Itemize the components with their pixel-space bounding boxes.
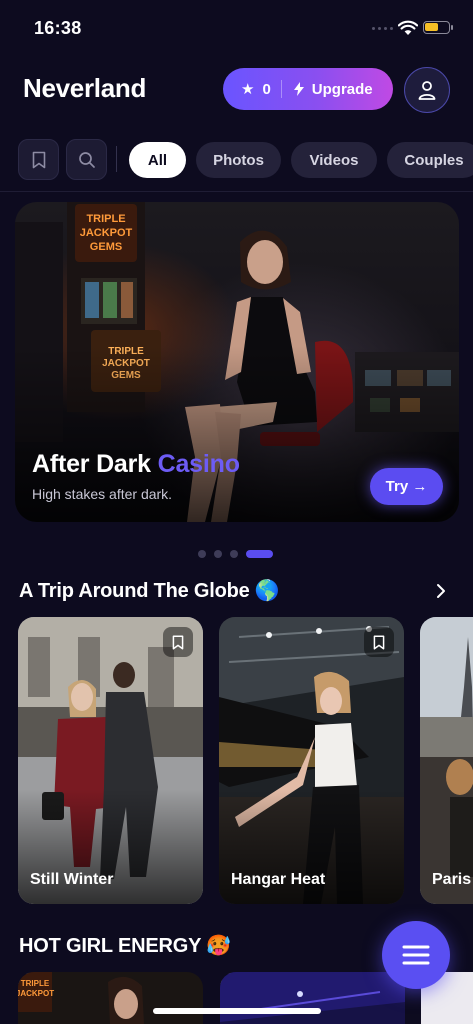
carousel-dot[interactable] — [230, 550, 238, 558]
chevron-right-icon[interactable] — [435, 583, 447, 599]
card-image — [220, 972, 405, 1024]
card-label: Still Winter — [30, 871, 114, 888]
carousel-dot[interactable] — [214, 550, 222, 558]
bookmark-card-button[interactable] — [364, 627, 394, 657]
status-time: 16:38 — [34, 18, 82, 38]
upgrade-divider — [280, 80, 282, 98]
user-icon — [418, 81, 436, 100]
home-indicator — [153, 1008, 321, 1014]
card-image — [18, 617, 203, 904]
search-icon — [78, 151, 95, 168]
section-title-globe: A Trip Around The Globe 🌎 — [19, 580, 280, 602]
collection-card[interactable]: TRIPLE JACKPOT — [18, 972, 203, 1024]
upgrade-button[interactable]: ★ 0 Upgrade — [223, 68, 393, 110]
header-divider — [0, 191, 473, 192]
carousel-dot[interactable] — [198, 550, 206, 558]
wifi-icon — [398, 20, 418, 35]
hero-title-accent: Casino — [157, 450, 240, 478]
bookmark-icon — [172, 635, 184, 649]
app-title: Neverland — [23, 73, 147, 103]
filter-separator — [116, 146, 117, 172]
carousel-dot-active[interactable] — [246, 550, 273, 558]
hero-title-main: After Dark — [32, 450, 151, 478]
hero-title: After Dark Casino — [32, 450, 240, 479]
star-icon: ★ — [241, 81, 255, 98]
hero-banner[interactable]: TRIPLE JACKPOT GEMS TRIPLE JACKPOT GEMS … — [15, 202, 459, 522]
status-bar: 16:38 — [0, 0, 473, 56]
try-button[interactable]: Try → — [370, 468, 443, 505]
filter-chip-photos[interactable]: Photos — [196, 142, 281, 178]
profile-button[interactable] — [404, 67, 450, 113]
filter-chip-all[interactable]: All — [129, 142, 186, 178]
menu-icon — [402, 945, 430, 965]
stars-count: 0 — [262, 80, 271, 98]
battery-icon — [423, 21, 453, 34]
collection-card[interactable]: Still Winter — [18, 617, 203, 904]
card-image — [420, 617, 473, 904]
filter-chip-videos[interactable]: Videos — [291, 142, 377, 178]
section-title-hot-girl-energy: HOT GIRL ENERGY 🥵 — [19, 935, 231, 957]
card-label: Paris — [432, 871, 472, 888]
hero-subtitle: High stakes after dark. — [32, 486, 173, 502]
card-image: TRIPLE JACKPOT — [18, 972, 203, 1024]
bookmarks-filter-button[interactable] — [18, 139, 59, 180]
menu-button[interactable] — [382, 921, 450, 989]
search-button[interactable] — [66, 139, 107, 180]
collection-card[interactable]: Paris — [420, 617, 473, 904]
card-label: Hangar Heat — [231, 871, 326, 888]
bookmark-icon — [373, 635, 385, 649]
collection-card[interactable] — [220, 972, 405, 1024]
bookmark-card-button[interactable] — [163, 627, 193, 657]
upgrade-label: Upgrade — [311, 80, 373, 98]
filter-chip-couples[interactable]: Couples — [387, 142, 473, 178]
svg-text:JACKPOT: JACKPOT — [18, 989, 54, 998]
collection-card[interactable]: Hangar Heat — [219, 617, 404, 904]
svg-text:TRIPLE: TRIPLE — [21, 979, 50, 988]
card-image — [219, 617, 404, 904]
bolt-icon — [293, 82, 304, 96]
filter-bar: All Photos Videos Couples — [0, 138, 473, 182]
bookmark-icon — [32, 151, 45, 168]
